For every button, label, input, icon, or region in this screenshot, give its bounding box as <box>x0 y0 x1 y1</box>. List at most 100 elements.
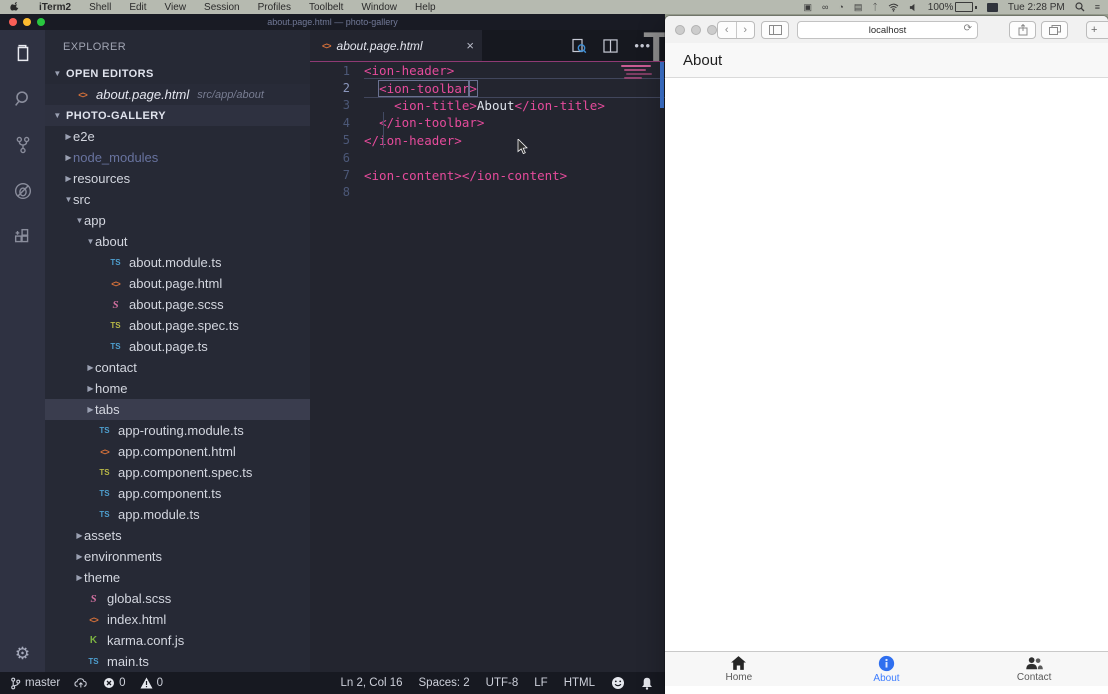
tree-item-app-component-ts[interactable]: TSapp.component.ts <box>45 483 310 504</box>
forward-button[interactable]: › <box>737 22 755 38</box>
menubar-item-session[interactable]: Session <box>195 2 249 13</box>
sidebar-toggle-button[interactable] <box>761 21 789 39</box>
menubar-item-toolbelt[interactable]: Toolbelt <box>300 2 352 13</box>
code-line-8[interactable]: 8 <box>310 184 665 201</box>
tree-item-app-module-ts[interactable]: TSapp.module.ts <box>45 504 310 525</box>
explorer-icon[interactable] <box>0 30 45 76</box>
back-button[interactable]: ‹ <box>718 22 737 38</box>
errors-indicator[interactable]: 0 <box>103 677 125 689</box>
menubar-item-shell[interactable]: Shell <box>80 2 120 13</box>
display-icon[interactable]: ▤ <box>854 0 863 14</box>
scss-file-icon: S <box>86 593 101 605</box>
wifi-icon[interactable] <box>888 3 899 12</box>
tab-overview-button[interactable] <box>1041 21 1068 39</box>
menubar-item-edit[interactable]: Edit <box>120 2 155 13</box>
vscode-titlebar[interactable]: about.page.html — photo-gallery <box>0 14 665 30</box>
code-line-5[interactable]: 5</ion-header> <box>310 132 665 149</box>
smiley-feedback-icon[interactable] <box>611 676 625 690</box>
menu-extra-app-icon[interactable] <box>987 3 998 12</box>
chevron-right-icon: ▶ <box>75 573 84 582</box>
tree-item-index-html[interactable]: <>index.html <box>45 609 310 630</box>
tree-item-app-component-spec-ts[interactable]: TSapp.component.spec.ts <box>45 462 310 483</box>
debug-icon[interactable] <box>0 168 45 214</box>
tab-about[interactable]: About <box>826 655 946 684</box>
address-bar[interactable]: localhost ⟳ <box>797 21 978 39</box>
code-editor[interactable]: 1<ion-header>2 <ion-toolbar>3 <ion-title… <box>310 62 665 672</box>
time-machine-icon[interactable]: ◔ <box>838 0 843 14</box>
tab-contact[interactable]: Contact <box>974 656 1094 683</box>
code-line-1[interactable]: 1<ion-header> <box>310 62 665 79</box>
menubar-clock[interactable]: Tue 2:28 PM <box>1008 2 1065 13</box>
menubar-item-profiles[interactable]: Profiles <box>249 2 300 13</box>
code-line-4[interactable]: 4 </ion-toolbar> <box>310 114 665 131</box>
zoom-window-button[interactable] <box>707 25 717 35</box>
tree-item-app-routing-module-ts[interactable]: TSapp-routing.module.ts <box>45 420 310 441</box>
tree-item-about-page-ts[interactable]: TSabout.page.ts <box>45 336 310 357</box>
project-section-header[interactable]: ▼ PHOTO-GALLERY <box>45 105 310 126</box>
tree-item-home[interactable]: ▶home <box>45 378 310 399</box>
close-window-button[interactable] <box>675 25 685 35</box>
code-line-2[interactable]: 2 <ion-toolbar> <box>310 79 665 96</box>
tree-item-global-scss[interactable]: Sglobal.scss <box>45 588 310 609</box>
tree-item-about-page-html[interactable]: <>about.page.html <box>45 273 310 294</box>
menubar-item-window[interactable]: Window <box>352 2 406 13</box>
tree-item-assets[interactable]: ▶assets <box>45 525 310 546</box>
notifications-bell-icon[interactable] <box>641 677 653 690</box>
tab-label: about.page.html <box>337 39 461 53</box>
search-icon[interactable] <box>0 76 45 122</box>
input-source-icon[interactable]: ᛏ <box>872 0 877 14</box>
screen-mirroring-icon[interactable]: ▣ <box>803 0 812 14</box>
close-tab-icon[interactable]: × <box>466 38 474 53</box>
eol-sequence[interactable]: LF <box>534 677 547 689</box>
menubar-item-view[interactable]: View <box>156 2 196 13</box>
encoding[interactable]: UTF-8 <box>486 677 519 689</box>
tree-item-about-page-scss[interactable]: Sabout.page.scss <box>45 294 310 315</box>
cursor-position[interactable]: Ln 2, Col 16 <box>341 677 403 689</box>
language-mode[interactable]: HTML <box>564 677 595 689</box>
tree-item-main-ts[interactable]: TSmain.ts <box>45 651 310 672</box>
code-line-3[interactable]: 3 <ion-title>About</ion-title> <box>310 97 665 114</box>
tree-item-tabs[interactable]: ▶tabs <box>45 399 310 420</box>
notification-center-icon[interactable]: ≡ <box>1095 0 1100 14</box>
code-line-7[interactable]: 7<ion-content></ion-content> <box>310 166 665 183</box>
tree-item-about[interactable]: ▼about <box>45 231 310 252</box>
share-button[interactable] <box>1009 21 1036 39</box>
tab-about-page-html[interactable]: <> about.page.html × <box>310 30 482 61</box>
open-editors-header[interactable]: ▼ OPEN EDITORS <box>45 63 310 84</box>
source-control-icon[interactable] <box>0 122 45 168</box>
tree-item-src[interactable]: ▼src <box>45 189 310 210</box>
tree-item-e2e[interactable]: ▶e2e <box>45 126 310 147</box>
tree-item-app-component-html[interactable]: <>app.component.html <box>45 441 310 462</box>
settings-gear-icon[interactable]: ⚙ <box>0 644 45 664</box>
publish-changes-button[interactable] <box>74 677 89 689</box>
tree-item-contact[interactable]: ▶contact <box>45 357 310 378</box>
minimize-window-button[interactable] <box>691 25 701 35</box>
tree-item-app[interactable]: ▼app <box>45 210 310 231</box>
tree-item-karma-conf-js[interactable]: Kkarma.conf.js <box>45 630 310 651</box>
open-preview-icon[interactable] <box>571 38 587 54</box>
spotlight-search-icon[interactable] <box>1075 2 1085 12</box>
reload-icon[interactable]: ⟳ <box>964 23 972 34</box>
volume-icon[interactable] <box>909 3 918 12</box>
tree-item-resources[interactable]: ▶resources <box>45 168 310 189</box>
glasses-icon[interactable]: ∞ <box>822 0 828 14</box>
open-editor-item[interactable]: <> about.page.html src/app/about <box>45 84 310 105</box>
menubar-item-iterm2[interactable]: iTerm2 <box>30 2 80 13</box>
warnings-indicator[interactable]: 0 <box>140 677 163 689</box>
tree-item-about-page-spec-ts[interactable]: TSabout.page.spec.ts <box>45 315 310 336</box>
new-tab-button[interactable]: + <box>1086 21 1108 39</box>
split-editor-icon[interactable] <box>603 39 618 53</box>
code-line-6[interactable]: 6 <box>310 149 665 166</box>
apple-menu-icon[interactable] <box>10 2 20 12</box>
menubar-item-help[interactable]: Help <box>406 2 445 13</box>
extensions-icon[interactable] <box>0 214 45 260</box>
tree-item-node-modules[interactable]: ▶node_modules <box>45 147 310 168</box>
indentation-setting[interactable]: Spaces: 2 <box>419 677 470 689</box>
battery-indicator[interactable]: 100% <box>928 2 977 13</box>
safari-toolbar[interactable]: ‹ › localhost ⟳ + <box>665 16 1108 44</box>
git-branch-indicator[interactable]: master <box>10 677 60 690</box>
tab-home[interactable]: Home <box>679 655 799 683</box>
tree-item-theme[interactable]: ▶theme <box>45 567 310 588</box>
tree-item-environments[interactable]: ▶environments <box>45 546 310 567</box>
tree-item-about-module-ts[interactable]: TSabout.module.ts <box>45 252 310 273</box>
